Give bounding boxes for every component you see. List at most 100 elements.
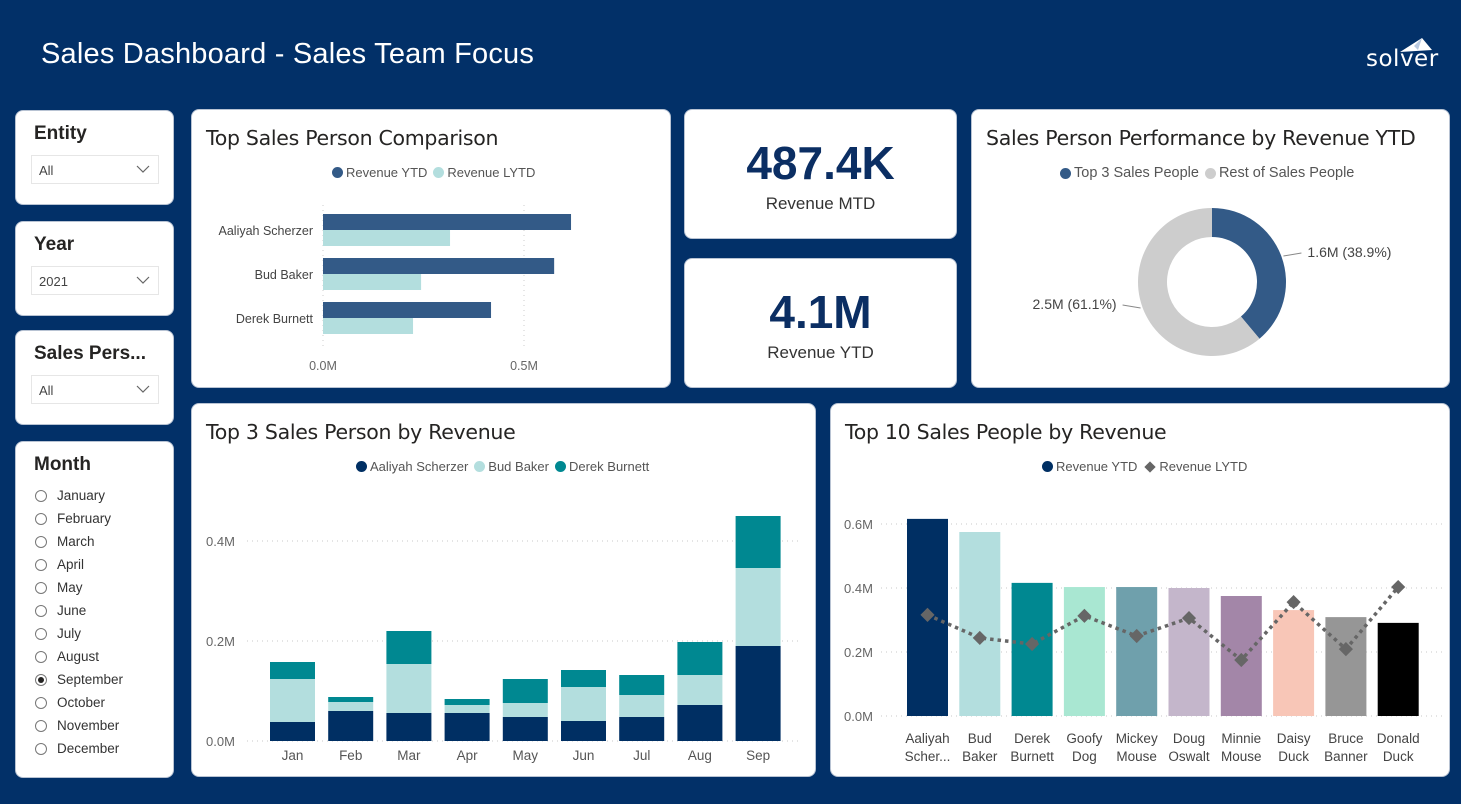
bar-revenue-ytd bbox=[1377, 622, 1419, 716]
y-category-label: Derek Burnett bbox=[236, 312, 314, 326]
bar-revenue-ytd bbox=[1063, 587, 1105, 716]
year-slicer-title: Year bbox=[34, 234, 75, 255]
radio-unchecked-icon[interactable] bbox=[35, 558, 47, 571]
donut-data-label: 2.5M (61.1%) bbox=[1033, 296, 1117, 312]
bar-segment-bud-baker bbox=[735, 568, 781, 646]
month-option-label: September bbox=[57, 672, 124, 687]
marker-revenue-lytd bbox=[1286, 595, 1301, 610]
radio-unchecked-icon[interactable] bbox=[35, 650, 47, 663]
y-tick-label: 0.2M bbox=[844, 645, 873, 660]
radio-checked-icon[interactable] bbox=[35, 673, 47, 686]
x-category-label: Goofy bbox=[1066, 731, 1102, 746]
bar-segment-bud-baker bbox=[270, 679, 315, 722]
radio-unchecked-icon[interactable] bbox=[35, 535, 47, 548]
bar-revenue-lytd bbox=[323, 318, 414, 334]
entity-slicer-title: Entity bbox=[34, 123, 87, 144]
x-category-label: Duck bbox=[1383, 749, 1414, 764]
stacked-chart-card: Top 3 Sales Person by Revenue Aaliyah Sc… bbox=[191, 403, 816, 777]
bar-segment-aaliyah-scherzer bbox=[561, 721, 606, 741]
bar-segment-bud-baker bbox=[677, 675, 723, 705]
radio-unchecked-icon[interactable] bbox=[35, 696, 47, 709]
month-option-may[interactable]: May bbox=[35, 576, 123, 599]
bar-segment-bud-baker bbox=[328, 702, 374, 711]
bar-segment-derek-burnett bbox=[735, 516, 781, 568]
month-option-november[interactable]: November bbox=[35, 714, 123, 737]
top10-chart-card: Top 10 Sales People by Revenue Revenue Y… bbox=[830, 403, 1450, 777]
month-option-october[interactable]: October bbox=[35, 691, 123, 714]
sales-person-slicer: Sales Pers... All bbox=[15, 330, 174, 425]
bar-segment-aaliyah-scherzer bbox=[444, 713, 490, 741]
x-category-label: Mouse bbox=[1221, 749, 1262, 764]
x-category-label: Feb bbox=[339, 748, 362, 763]
radio-unchecked-icon[interactable] bbox=[35, 581, 47, 594]
x-tick-label: 0.5M bbox=[510, 359, 538, 373]
year-dropdown-value: 2021 bbox=[39, 274, 68, 289]
stacked-chart: 0.0M 0.2M 0.4M Jan Feb Mar Apr May Jun Jul Aug Sep bbox=[206, 516, 802, 763]
month-option-april[interactable]: April bbox=[35, 553, 123, 576]
kpi-revenue-mtd-card: 487.4K Revenue MTD bbox=[684, 109, 957, 239]
bar-revenue-ytd bbox=[323, 258, 555, 274]
x-category-label: Mar bbox=[397, 748, 421, 763]
y-category-label: Bud Baker bbox=[255, 268, 313, 282]
y-tick-label: 0.6M bbox=[844, 517, 873, 532]
y-tick-label: 0.0M bbox=[844, 709, 873, 724]
top10-chart: 0.0M 0.2M 0.4M 0.6M Aaliyah Scher... Bud Baker D… bbox=[844, 517, 1443, 764]
bar-segment-derek-burnett bbox=[677, 642, 723, 675]
x-category-label: Scher... bbox=[905, 749, 951, 764]
x-category-label: Burnett bbox=[1010, 749, 1054, 764]
sales-person-slicer-title: Sales Pers... bbox=[34, 343, 146, 364]
x-category-label: Jun bbox=[573, 748, 595, 763]
month-option-march[interactable]: March bbox=[35, 530, 123, 553]
radio-unchecked-icon[interactable] bbox=[35, 719, 47, 732]
x-category-label: Jul bbox=[633, 748, 650, 763]
month-option-january[interactable]: January bbox=[35, 484, 123, 507]
x-category-label: Daisy bbox=[1277, 731, 1311, 746]
sales-person-dropdown[interactable]: All bbox=[31, 375, 159, 404]
radio-unchecked-icon[interactable] bbox=[35, 604, 47, 617]
bar-revenue-ytd bbox=[1116, 587, 1158, 716]
x-category-label: Banner bbox=[1324, 749, 1368, 764]
x-category-label: Bruce bbox=[1328, 731, 1363, 746]
month-option-label: May bbox=[57, 580, 83, 595]
radio-unchecked-icon[interactable] bbox=[35, 512, 47, 525]
bar-revenue-ytd bbox=[1168, 588, 1210, 716]
month-option-label: August bbox=[57, 649, 100, 664]
month-option-label: December bbox=[57, 741, 120, 756]
entity-dropdown[interactable]: All bbox=[31, 155, 159, 184]
radio-unchecked-icon[interactable] bbox=[35, 742, 47, 755]
chevron-down-icon bbox=[136, 385, 150, 393]
x-category-label: Aaliyah bbox=[905, 731, 949, 746]
year-slicer: Year 2021 bbox=[15, 221, 174, 316]
month-option-september[interactable]: September bbox=[35, 668, 123, 691]
bar-segment-derek-burnett bbox=[561, 670, 606, 687]
month-slicer-title: Month bbox=[34, 454, 91, 475]
month-option-june[interactable]: June bbox=[35, 599, 123, 622]
radio-unchecked-icon[interactable] bbox=[35, 489, 47, 502]
kpi-revenue-ytd-card: 4.1M Revenue YTD bbox=[684, 258, 957, 388]
month-option-august[interactable]: August bbox=[35, 645, 123, 668]
bar-segment-bud-baker bbox=[502, 703, 548, 717]
month-slicer: Month January February March April May June Ju… bbox=[15, 441, 174, 778]
bar-revenue-ytd bbox=[323, 302, 492, 318]
month-option-july[interactable]: July bbox=[35, 622, 123, 645]
donut-chart-card: Sales Person Performance by Revenue YTD … bbox=[971, 109, 1450, 388]
y-tick-label: 0.2M bbox=[206, 634, 235, 649]
kpi-revenue-mtd-label: Revenue MTD bbox=[765, 194, 876, 213]
x-category-label: Mickey bbox=[1116, 731, 1158, 746]
page-title: Sales Dashboard - Sales Team Focus bbox=[41, 38, 535, 70]
month-option-december[interactable]: December bbox=[35, 737, 123, 760]
radio-unchecked-icon[interactable] bbox=[35, 627, 47, 640]
chevron-down-icon bbox=[136, 165, 150, 173]
x-category-label: Bud bbox=[968, 731, 992, 746]
logo-text: solver bbox=[1366, 46, 1439, 72]
x-category-label: Sep bbox=[746, 748, 770, 763]
month-option-february[interactable]: February bbox=[35, 507, 123, 530]
bar-segment-bud-baker bbox=[444, 705, 490, 713]
x-category-label: Doug bbox=[1173, 731, 1205, 746]
bar-segment-aaliyah-scherzer bbox=[619, 717, 665, 741]
bar-segment-bud-baker bbox=[619, 695, 665, 717]
kpi-revenue-ytd-label: Revenue YTD bbox=[767, 343, 874, 362]
bar-revenue-lytd bbox=[323, 230, 451, 246]
year-dropdown[interactable]: 2021 bbox=[31, 266, 159, 295]
kpi-revenue-mtd-value: 487.4K bbox=[746, 137, 895, 189]
